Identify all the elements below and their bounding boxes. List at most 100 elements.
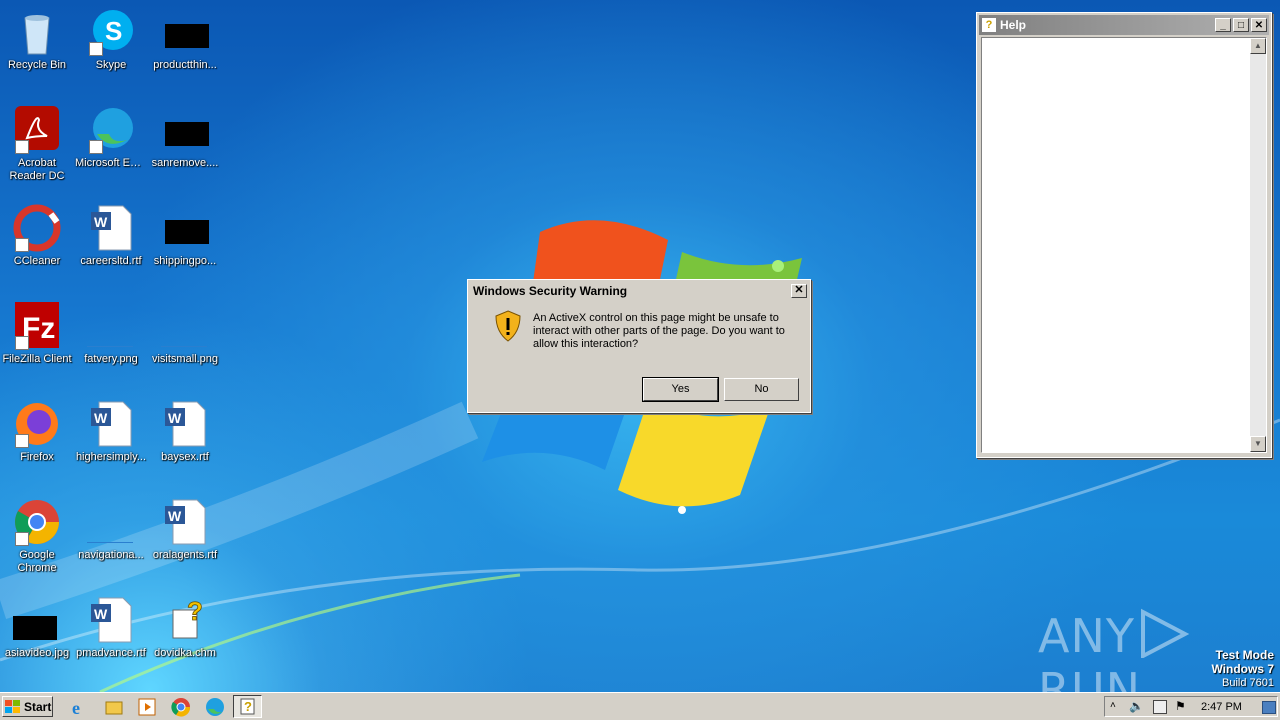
desktop-icon-label: navigationa... — [78, 549, 144, 561]
desktop-icon-label: baysex.rtf — [161, 451, 209, 463]
warning-shield-icon — [494, 310, 522, 347]
word-doc-icon: W — [161, 400, 209, 448]
image-file-icon — [87, 302, 135, 350]
show-hidden-icons-icon[interactable]: ˄ — [1110, 700, 1116, 711]
desktop-icon-label: Microsoft Edge — [75, 157, 148, 169]
volume-icon[interactable]: 🔈 — [1129, 699, 1144, 713]
desktop-icon-acrobat[interactable]: Acrobat Reader DC — [0, 106, 74, 183]
svg-text:S: S — [105, 16, 122, 46]
desktop-icon-label: visitsmall.png — [151, 353, 219, 365]
desktop-icon-sanremove[interactable]: sanremove.... — [148, 106, 222, 170]
dialog-message: An ActiveX control on this page might be… — [533, 312, 785, 350]
dialog-titlebar[interactable]: Windows Security Warning ✕ — [470, 282, 808, 300]
desktop-icon-label: highersimply... — [75, 451, 147, 463]
svg-text:W: W — [168, 508, 182, 524]
watermark-left: ANY — [1038, 609, 1135, 663]
help-window-title: Help — [1000, 18, 1027, 32]
desktop-icon-highersimply[interactable]: W highersimply... — [74, 400, 148, 464]
desktop-icon-chrome[interactable]: Google Chrome — [0, 498, 74, 575]
recycle-bin-icon — [13, 8, 61, 56]
shortcut-arrow-icon — [15, 532, 29, 546]
help-window[interactable]: ? Help _ □ ✕ ▲ ▼ — [976, 12, 1272, 458]
desktop-icon-edge[interactable]: Microsoft Edge — [74, 106, 148, 170]
internet-explorer-icon[interactable]: e — [70, 697, 90, 718]
desktop-icon-productthin[interactable]: productthin... — [148, 8, 222, 72]
show-desktop-icon[interactable] — [1262, 701, 1276, 714]
shortcut-arrow-icon — [15, 140, 29, 154]
redacted-file-icon — [161, 106, 209, 154]
security-warning-dialog[interactable]: Windows Security Warning ✕ An ActiveX co… — [467, 279, 811, 413]
help-file-icon: ? — [240, 698, 255, 715]
taskbar-help-window-button[interactable]: ? — [233, 695, 262, 718]
test-mode-label: Test Mode Windows 7 Build 7601 — [1211, 648, 1274, 690]
dialog-close-button[interactable]: ✕ — [791, 284, 807, 298]
windows-version-line: Windows 7 — [1211, 662, 1274, 676]
word-doc-icon: W — [161, 498, 209, 546]
desktop-icon-oralagents[interactable]: W oralagents.rtf — [148, 498, 222, 562]
desktop-icon-careersltd[interactable]: W careersltd.rtf — [74, 204, 148, 268]
edge-taskbar-icon[interactable] — [205, 697, 225, 717]
word-doc-icon: W — [87, 204, 135, 252]
windows-logo-icon — [5, 699, 21, 714]
close-button[interactable]: ✕ — [1251, 18, 1267, 32]
watermark-right: RUN — [1038, 663, 1142, 692]
chrome-taskbar-icon[interactable] — [171, 697, 191, 717]
taskbar: Start e ? ˄ 🔈 ⚑ 2:47 PM — [0, 692, 1280, 720]
desktop-icon-baysex[interactable]: W baysex.rtf — [148, 400, 222, 464]
desktop-icon-navigationa[interactable]: navigationa... — [74, 498, 148, 562]
play-logo-icon — [1135, 608, 1191, 660]
scroll-down-icon[interactable]: ▼ — [1250, 436, 1266, 452]
desktop-icon-asiavideo[interactable]: asiavideo.jpg — [0, 596, 74, 660]
desktop-icon-dovidka[interactable]: ? dovidka.chm — [148, 596, 222, 660]
help-content-area[interactable]: ▲ ▼ — [981, 37, 1267, 453]
image-file-icon — [87, 498, 135, 546]
desktop-icon-label: Recycle Bin — [7, 59, 67, 71]
network-icon[interactable] — [1153, 700, 1167, 714]
desktop-icon-shippingpo[interactable]: shippingpo... — [148, 204, 222, 268]
dialog-title: Windows Security Warning — [473, 284, 628, 298]
build-line: Build 7601 — [1222, 677, 1274, 689]
start-button[interactable]: Start — [2, 696, 53, 717]
help-window-icon: ? — [982, 18, 996, 32]
no-button[interactable]: No — [724, 378, 799, 401]
desktop-icon-label: careersltd.rtf — [80, 255, 142, 267]
redacted-file-icon — [161, 8, 209, 56]
maximize-button[interactable]: □ — [1233, 18, 1249, 32]
chrome-icon — [13, 498, 61, 546]
svg-text:e: e — [72, 698, 80, 717]
edge-icon — [87, 106, 135, 154]
desktop-icon-ccleaner[interactable]: CCleaner — [0, 204, 74, 268]
redacted-file-icon — [13, 596, 61, 644]
file-explorer-icon[interactable] — [104, 697, 124, 717]
desktop-icon-skype[interactable]: S Skype — [74, 8, 148, 72]
yes-button[interactable]: Yes — [642, 377, 719, 402]
svg-text:?: ? — [244, 699, 252, 714]
desktop-icon-label: fatvery.png — [84, 353, 138, 365]
desktop-icon-label: Acrobat Reader DC — [9, 157, 65, 182]
test-mode-line: Test Mode — [1215, 648, 1274, 662]
help-titlebar[interactable]: ? Help _ □ ✕ — [979, 15, 1269, 35]
desktop-icon-label: oralagents.rtf — [152, 549, 218, 561]
image-file-icon — [161, 302, 209, 350]
system-tray: ˄ 🔈 ⚑ 2:47 PM — [1104, 696, 1278, 717]
desktop-icon-label: Google Chrome — [17, 549, 57, 574]
desktop-icon-label: sanremove.... — [151, 157, 219, 169]
filezilla-icon: Fz — [13, 302, 61, 350]
scroll-up-icon[interactable]: ▲ — [1250, 38, 1266, 54]
action-center-flag-icon[interactable]: ⚑ — [1175, 699, 1186, 713]
minimize-button[interactable]: _ — [1215, 18, 1231, 32]
media-player-icon[interactable] — [137, 697, 157, 717]
svg-text:?: ? — [187, 596, 203, 626]
desktop-icon-label: dovidka.chm — [154, 647, 216, 659]
desktop-icon-label: CCleaner — [13, 255, 61, 267]
vertical-scrollbar[interactable]: ▲ ▼ — [1250, 38, 1266, 452]
desktop-icon-recycle-bin[interactable]: Recycle Bin — [0, 8, 74, 72]
desktop-icon-visitsmall[interactable]: visitsmall.png — [148, 302, 222, 366]
desktop-icon-filezilla[interactable]: Fz FileZilla Client — [0, 302, 74, 366]
word-doc-icon: W — [87, 400, 135, 448]
taskbar-clock[interactable]: 2:47 PM — [1201, 701, 1242, 713]
desktop-icon-fatvery[interactable]: fatvery.png — [74, 302, 148, 366]
ccleaner-icon — [13, 204, 61, 252]
desktop-icon-pmadvance[interactable]: W pmadvance.rtf — [74, 596, 148, 660]
desktop-icon-firefox[interactable]: Firefox — [0, 400, 74, 464]
